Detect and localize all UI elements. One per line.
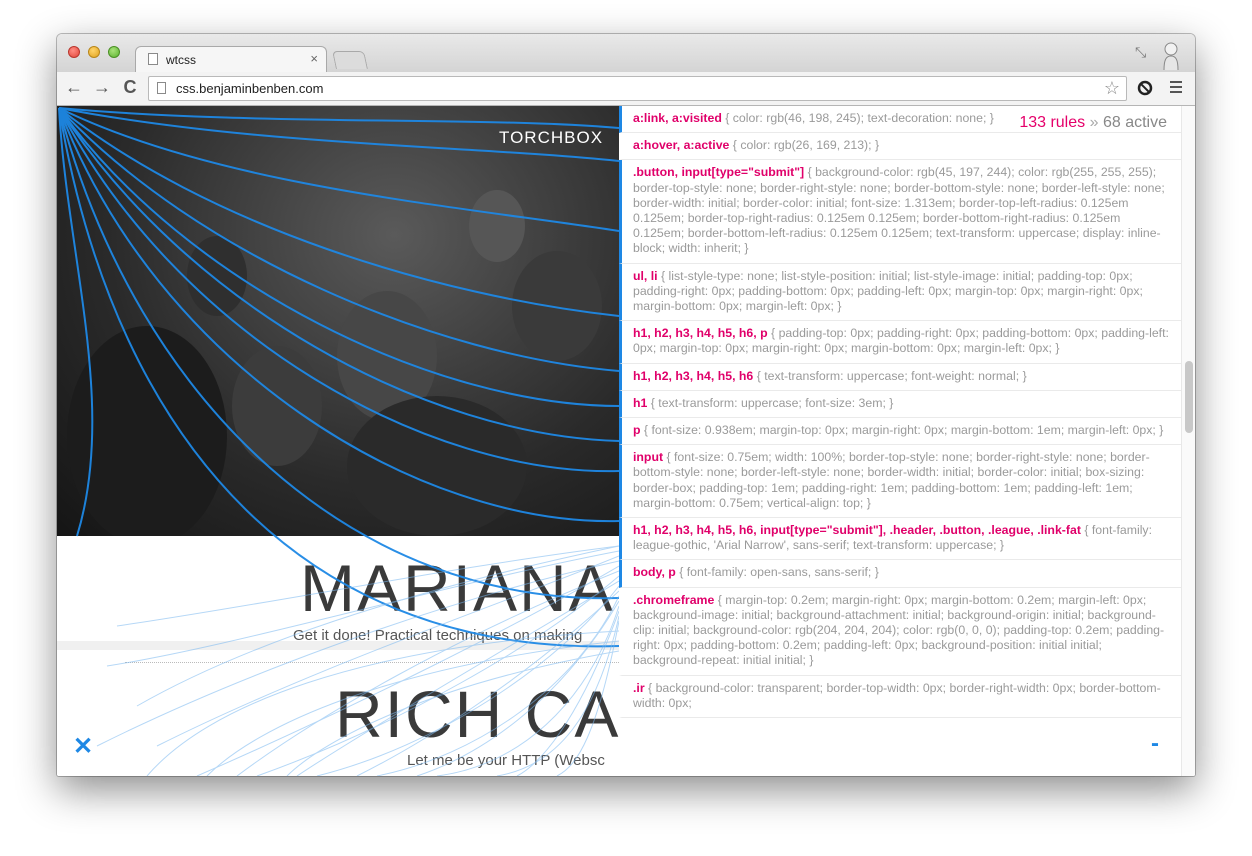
back-button[interactable]: ←	[63, 77, 85, 98]
rule-connection-lines	[58, 107, 619, 776]
rule-declarations: { text-transform: uppercase; font-weight…	[753, 368, 1027, 383]
css-rule[interactable]: p { font-size: 0.938em; margin-top: 0px;…	[619, 418, 1181, 446]
rule-declarations: { font-size: 0.938em; margin-top: 0px; m…	[640, 423, 1164, 438]
scrollbar[interactable]	[1181, 106, 1195, 776]
css-rule[interactable]: a:hover, a:active { color: rgb(26, 169, …	[619, 133, 1181, 161]
browser-window: wtcss × ⤡ ← → C css.benjaminbenben.com ☆	[57, 34, 1195, 776]
tab-wtcss[interactable]: wtcss ×	[135, 46, 327, 73]
rule-list: a:link, a:visited { color: rgb(46, 198, …	[619, 106, 1181, 719]
rule-selector: h1	[633, 395, 648, 410]
new-tab-button[interactable]	[332, 51, 368, 69]
rule-selector: h1, h2, h3, h4, h5, h6	[633, 368, 754, 383]
minimize-window-button[interactable]	[88, 46, 100, 58]
close-window-button[interactable]	[68, 46, 80, 58]
rule-declarations: { color: rgb(26, 169, 213); }	[729, 138, 880, 153]
toolbar: ← → C css.benjaminbenben.com ☆	[57, 72, 1195, 106]
rule-selector: h1, h2, h3, h4, h5, h6, p	[633, 326, 768, 341]
rule-selector: input	[633, 450, 664, 465]
page-viewport: TORCHBOX MARIANA Get it done! Practical …	[57, 106, 1195, 776]
tab-close-icon[interactable]: ×	[310, 51, 318, 66]
rule-declarations: { background-color: transparent; border-…	[633, 680, 1161, 710]
rule-selector: p	[633, 423, 641, 438]
address-bar[interactable]: css.benjaminbenben.com ☆	[148, 76, 1127, 101]
total-rules-count: 133 rules	[1019, 114, 1086, 131]
rule-counter: 133 rules » 68 active	[1019, 114, 1167, 132]
rule-selector: h1, h2, h3, h4, h5, h6, input[type="subm…	[633, 523, 1081, 538]
tab-title: wtcss	[166, 53, 196, 67]
css-rule[interactable]: h1, h2, h3, h4, h5, h6 { text-transform:…	[619, 363, 1181, 391]
forward-button[interactable]: →	[91, 77, 113, 98]
bookmark-star-icon[interactable]: ☆	[1104, 78, 1120, 99]
active-rules-count: 68 active	[1102, 114, 1167, 131]
rule-selector: a:link, a:visited	[633, 111, 722, 125]
extension-icon[interactable]	[1137, 80, 1153, 96]
css-rule[interactable]: input { font-size: 0.75em; width: 100%; …	[619, 445, 1181, 519]
collapse-button[interactable]: -	[1151, 730, 1159, 758]
restore-icon[interactable]: ⤡	[1135, 44, 1146, 61]
rule-declarations: { font-family: open-sans, sans-serif; }	[675, 565, 879, 580]
page-icon	[157, 82, 166, 94]
scrollbar-thumb[interactable]	[1185, 361, 1193, 433]
css-rule[interactable]: h1, h2, h3, h4, h5, h6, p { padding-top:…	[619, 321, 1181, 364]
rule-declarations: { list-style-type: none; list-style-posi…	[633, 268, 1143, 314]
close-icon[interactable]: ✕	[73, 732, 93, 761]
rule-declarations: { font-size: 0.75em; width: 100%; border…	[633, 450, 1150, 510]
css-rule[interactable]: h1 { text-transform: uppercase; font-siz…	[619, 390, 1181, 419]
title-bar: wtcss × ⤡	[57, 34, 1195, 73]
css-rules-panel: 133 rules » 68 active a:link, a:visited …	[619, 106, 1181, 776]
css-rule[interactable]: .button, input[type="submit"] { backgrou…	[619, 160, 1181, 264]
reload-button[interactable]: C	[119, 77, 141, 98]
menu-icon[interactable]	[1170, 81, 1182, 96]
profile-icon[interactable]	[1160, 40, 1182, 70]
rule-selector: .chromeframe	[633, 592, 715, 607]
rule-selector: .ir	[633, 680, 645, 695]
rule-selector: a:hover, a:active	[633, 138, 730, 153]
counter-separator: »	[1089, 114, 1099, 131]
rule-declarations: { text-transform: uppercase; font-size: …	[647, 395, 894, 410]
url-text[interactable]: css.benjaminbenben.com	[176, 81, 323, 96]
css-rule[interactable]: ul, li { list-style-type: none; list-sty…	[619, 263, 1181, 322]
css-rule[interactable]: body, p { font-family: open-sans, sans-s…	[619, 560, 1181, 588]
rule-declarations: { color: rgb(46, 198, 245); text-decorat…	[721, 111, 994, 125]
rule-selector: .button, input[type="submit"]	[633, 165, 805, 180]
css-rule[interactable]: h1, h2, h3, h4, h5, h6, input[type="subm…	[619, 518, 1181, 561]
css-rule[interactable]: .ir { background-color: transparent; bor…	[619, 676, 1181, 719]
rule-selector: ul, li	[633, 268, 658, 283]
maximize-window-button[interactable]	[108, 46, 120, 58]
rule-selector: body, p	[633, 565, 676, 580]
page-icon	[148, 53, 158, 65]
css-rule[interactable]: .chromeframe { margin-top: 0.2em; margin…	[619, 588, 1181, 676]
